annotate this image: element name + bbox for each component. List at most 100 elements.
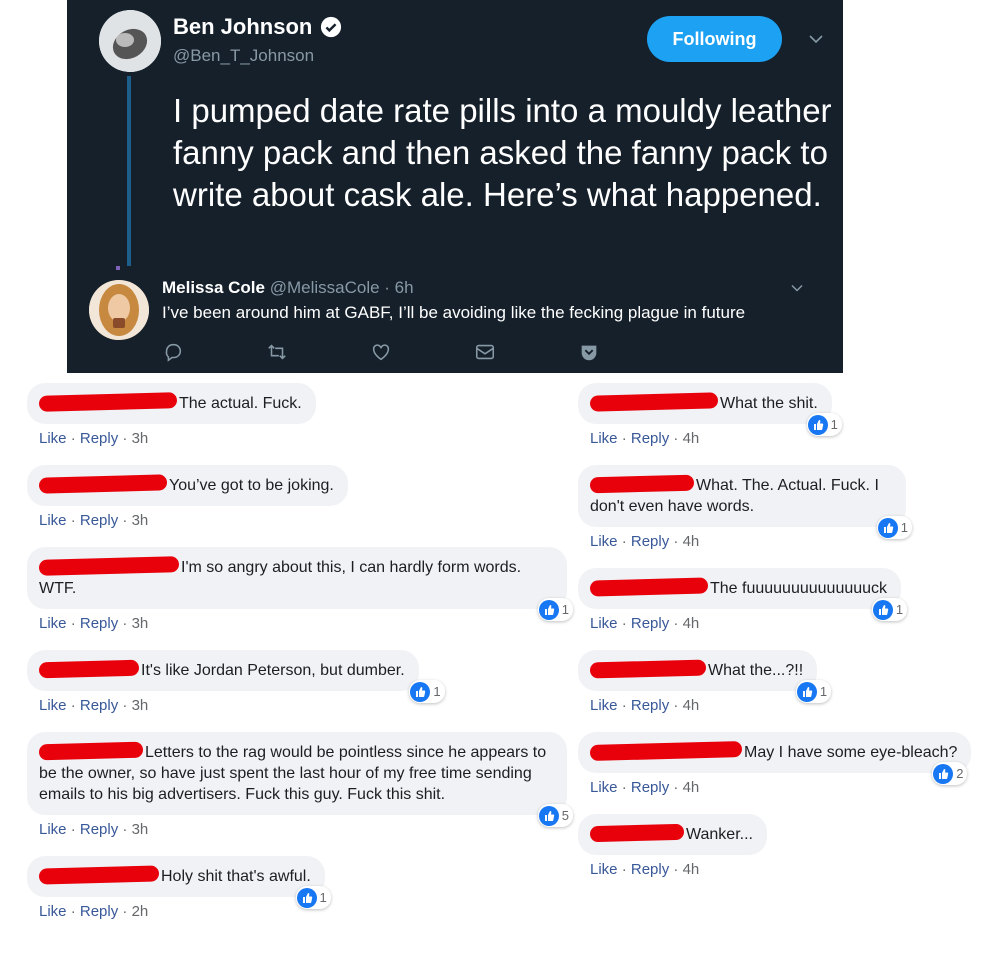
reply-link[interactable]: Reply <box>80 697 118 714</box>
reaction-number: 1 <box>819 684 828 699</box>
redacted-name <box>38 865 160 885</box>
comment: May I have some eye-bleach? 2 Like · Rep… <box>578 732 972 796</box>
like-link[interactable]: Like <box>39 512 67 529</box>
redacted-name <box>38 556 180 576</box>
reply-handle-time[interactable]: @MelissaCole · 6h <box>270 278 414 297</box>
reply-link[interactable]: Reply <box>631 861 669 878</box>
comment-text: What the...?!! <box>708 662 804 679</box>
comment-text: May I have some eye-bleach? <box>744 744 958 761</box>
like-link[interactable]: Like <box>590 861 618 878</box>
thumbs-up-icon <box>410 681 431 702</box>
comments-right-column: What the shit. 1 Like · Reply · 4h What.… <box>578 383 972 896</box>
reaction-number: 1 <box>895 602 904 617</box>
reaction-number: 1 <box>433 684 441 699</box>
comment-bubble: I'm so angry about this, I can hardly fo… <box>27 547 573 621</box>
tweet-panel: Ben Johnson @Ben_T_Johnson Following I p… <box>67 0 843 373</box>
comment-text: It's like Jordan Peterson, but dumber. <box>141 662 405 679</box>
reaction-count[interactable]: 1 <box>295 886 331 909</box>
comment-meta: Like · Reply · 4h <box>590 430 700 447</box>
following-button[interactable]: Following <box>647 16 782 62</box>
like-link[interactable]: Like <box>39 821 67 838</box>
comment-bubble: You’ve got to be joking. <box>27 465 348 506</box>
reply-link[interactable]: Reply <box>631 430 669 447</box>
comment-meta: Like · Reply · 4h <box>590 697 700 714</box>
tweet-actions <box>162 340 682 364</box>
reaction-count[interactable]: 1 <box>806 413 842 436</box>
thumbs-up-icon <box>296 887 317 908</box>
reaction-number: 1 <box>830 417 838 432</box>
comment-text: Wanker... <box>686 826 753 843</box>
redacted-name <box>589 659 707 679</box>
comment-bubble: It's like Jordan Peterson, but dumber. 1 <box>27 650 445 703</box>
bookmark-action[interactable] <box>578 340 682 364</box>
reply-avatar[interactable] <box>89 280 149 340</box>
reply-author-name[interactable]: Melissa Cole <box>162 278 265 297</box>
reaction-count[interactable]: 5 <box>537 804 573 827</box>
thumbs-up-icon <box>538 599 559 620</box>
thread-dot <box>116 266 120 270</box>
like-link[interactable]: Like <box>590 430 618 447</box>
chevron-down-icon[interactable] <box>807 30 825 48</box>
comment-text: The actual. Fuck. <box>179 395 302 412</box>
like-link[interactable]: Like <box>590 615 618 632</box>
comment: I'm so angry about this, I can hardly fo… <box>27 547 573 632</box>
reaction-count[interactable]: 1 <box>537 598 573 621</box>
reply-action[interactable] <box>162 340 266 364</box>
comment: Holy shit that's awful. 1 Like · Reply ·… <box>27 856 567 920</box>
like-link[interactable]: Like <box>39 615 67 632</box>
author-handle[interactable]: @Ben_T_Johnson <box>173 46 314 66</box>
redacted-name <box>589 741 743 761</box>
retweet-action[interactable] <box>266 340 370 364</box>
reply-link[interactable]: Reply <box>80 512 118 529</box>
comment-bubble: Wanker... <box>578 814 767 855</box>
reaction-count[interactable]: 1 <box>795 680 832 703</box>
reply-icon <box>165 343 182 362</box>
comment-meta: Like · Reply · 3h <box>39 430 149 447</box>
like-link[interactable]: Like <box>590 697 618 714</box>
comment: Letters to the rag would be pointless si… <box>27 732 573 838</box>
comment-bubble: May I have some eye-bleach? 2 <box>578 732 972 785</box>
reply-link[interactable]: Reply <box>631 533 669 550</box>
comment: You’ve got to be joking. Like · Reply · … <box>27 465 567 529</box>
retweet-icon <box>268 344 286 360</box>
comment-text: The fuuuuuuuuuuuuuuck <box>710 580 888 597</box>
thumbs-up-icon <box>877 517 898 538</box>
reaction-number: 5 <box>561 808 569 823</box>
tweet-text: I pumped date rate pills into a mouldy l… <box>173 92 832 213</box>
like-link[interactable]: Like <box>590 779 618 796</box>
reaction-count[interactable]: 1 <box>409 680 445 703</box>
like-link[interactable]: Like <box>39 430 67 447</box>
reaction-count[interactable]: 1 <box>876 516 912 539</box>
thread-line <box>127 76 131 266</box>
reaction-count[interactable]: 1 <box>871 598 908 621</box>
comment-time: 3h <box>131 512 149 529</box>
reply-link[interactable]: Reply <box>80 615 118 632</box>
reply-link[interactable]: Reply <box>631 615 669 632</box>
like-heart-icon <box>372 344 390 361</box>
reaction-count[interactable]: 2 <box>932 762 968 785</box>
reply-link[interactable]: Reply <box>80 903 118 920</box>
redacted-name <box>589 577 709 597</box>
comment-time: 4h <box>682 533 700 550</box>
like-link[interactable]: Like <box>590 533 618 550</box>
thumbs-up-icon <box>538 805 559 826</box>
like-link[interactable]: Like <box>39 697 67 714</box>
author-name[interactable]: Ben Johnson <box>173 14 312 40</box>
like-link[interactable]: Like <box>39 903 67 920</box>
comment-meta: Like · Reply · 3h <box>39 512 149 529</box>
reply-link[interactable]: Reply <box>80 430 118 447</box>
comment-meta: Like · Reply · 4h <box>590 861 700 878</box>
message-action[interactable] <box>474 340 578 364</box>
reply-chevron-down-icon[interactable] <box>789 280 805 296</box>
comment-meta: Like · Reply · 3h <box>39 615 149 632</box>
comment: Wanker... Like · Reply · 4h <box>578 814 971 878</box>
reply-link[interactable]: Reply <box>631 697 669 714</box>
reply-link[interactable]: Reply <box>80 821 118 838</box>
comment-bubble: What. The. Actual. Fuck. I don't even ha… <box>578 465 912 539</box>
reply-link[interactable]: Reply <box>631 779 669 796</box>
redacted-name <box>38 474 168 494</box>
reaction-number: 2 <box>956 766 964 781</box>
comment-time: 4h <box>682 779 700 796</box>
author-avatar[interactable] <box>99 10 161 72</box>
like-action[interactable] <box>370 340 474 364</box>
